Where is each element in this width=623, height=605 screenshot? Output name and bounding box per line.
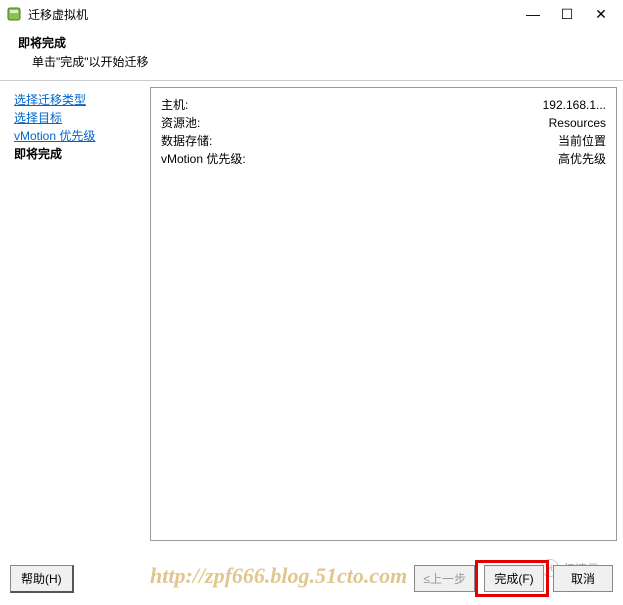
main-area: 选择迁移类型 选择目标 vMotion 优先级 即将完成 主机: 192.168… (0, 81, 623, 547)
summary-label-host: 主机: (161, 96, 188, 114)
summary-value-vmotion-priority: 高优先级 (558, 150, 606, 168)
wizard-header: 即将完成 单击"完成"以开始迁移 (0, 28, 623, 81)
window-controls: — ☐ ✕ (525, 6, 617, 22)
summary-row: 主机: 192.168.1... (161, 96, 606, 114)
summary-row: 数据存储: 当前位置 (161, 132, 606, 150)
cancel-button[interactable]: 取消 (553, 565, 613, 592)
summary-value-datastore: 当前位置 (558, 132, 606, 150)
sidebar-item-ready-complete: 即将完成 (14, 145, 144, 163)
highlight-box: 完成(F) (475, 560, 549, 597)
maximize-button[interactable]: ☐ (559, 6, 575, 22)
summary-value-resource-pool: Resources (549, 114, 606, 132)
minimize-button[interactable]: — (525, 6, 541, 22)
finish-button[interactable]: 完成(F) (484, 565, 544, 592)
summary-label-vmotion-priority: vMotion 优先级: (161, 150, 246, 168)
summary-panel: 主机: 192.168.1... 资源池: Resources 数据存储: 当前… (150, 87, 617, 541)
close-button[interactable]: ✕ (593, 6, 609, 22)
summary-row: 资源池: Resources (161, 114, 606, 132)
app-icon (6, 6, 22, 22)
help-button[interactable]: 帮助(H) (10, 565, 74, 593)
window-title: 迁移虚拟机 (28, 6, 525, 23)
summary-label-resource-pool: 资源池: (161, 114, 200, 132)
titlebar: 迁移虚拟机 — ☐ ✕ (0, 0, 623, 28)
summary-label-datastore: 数据存储: (161, 132, 212, 150)
summary-value-host: 192.168.1... (543, 96, 606, 114)
back-button[interactable]: ≤上一步 (414, 565, 475, 592)
wizard-steps-sidebar: 选择迁移类型 选择目标 vMotion 优先级 即将完成 (0, 81, 150, 547)
page-title: 即将完成 (18, 34, 611, 51)
sidebar-item-migration-type[interactable]: 选择迁移类型 (14, 91, 144, 109)
sidebar-item-vmotion-priority[interactable]: vMotion 优先级 (14, 127, 144, 145)
wizard-footer: 帮助(H) ≤上一步 完成(F) 取消 (0, 560, 623, 597)
sidebar-item-select-target[interactable]: 选择目标 (14, 109, 144, 127)
summary-row: vMotion 优先级: 高优先级 (161, 150, 606, 168)
page-subtitle: 单击"完成"以开始迁移 (18, 53, 611, 70)
